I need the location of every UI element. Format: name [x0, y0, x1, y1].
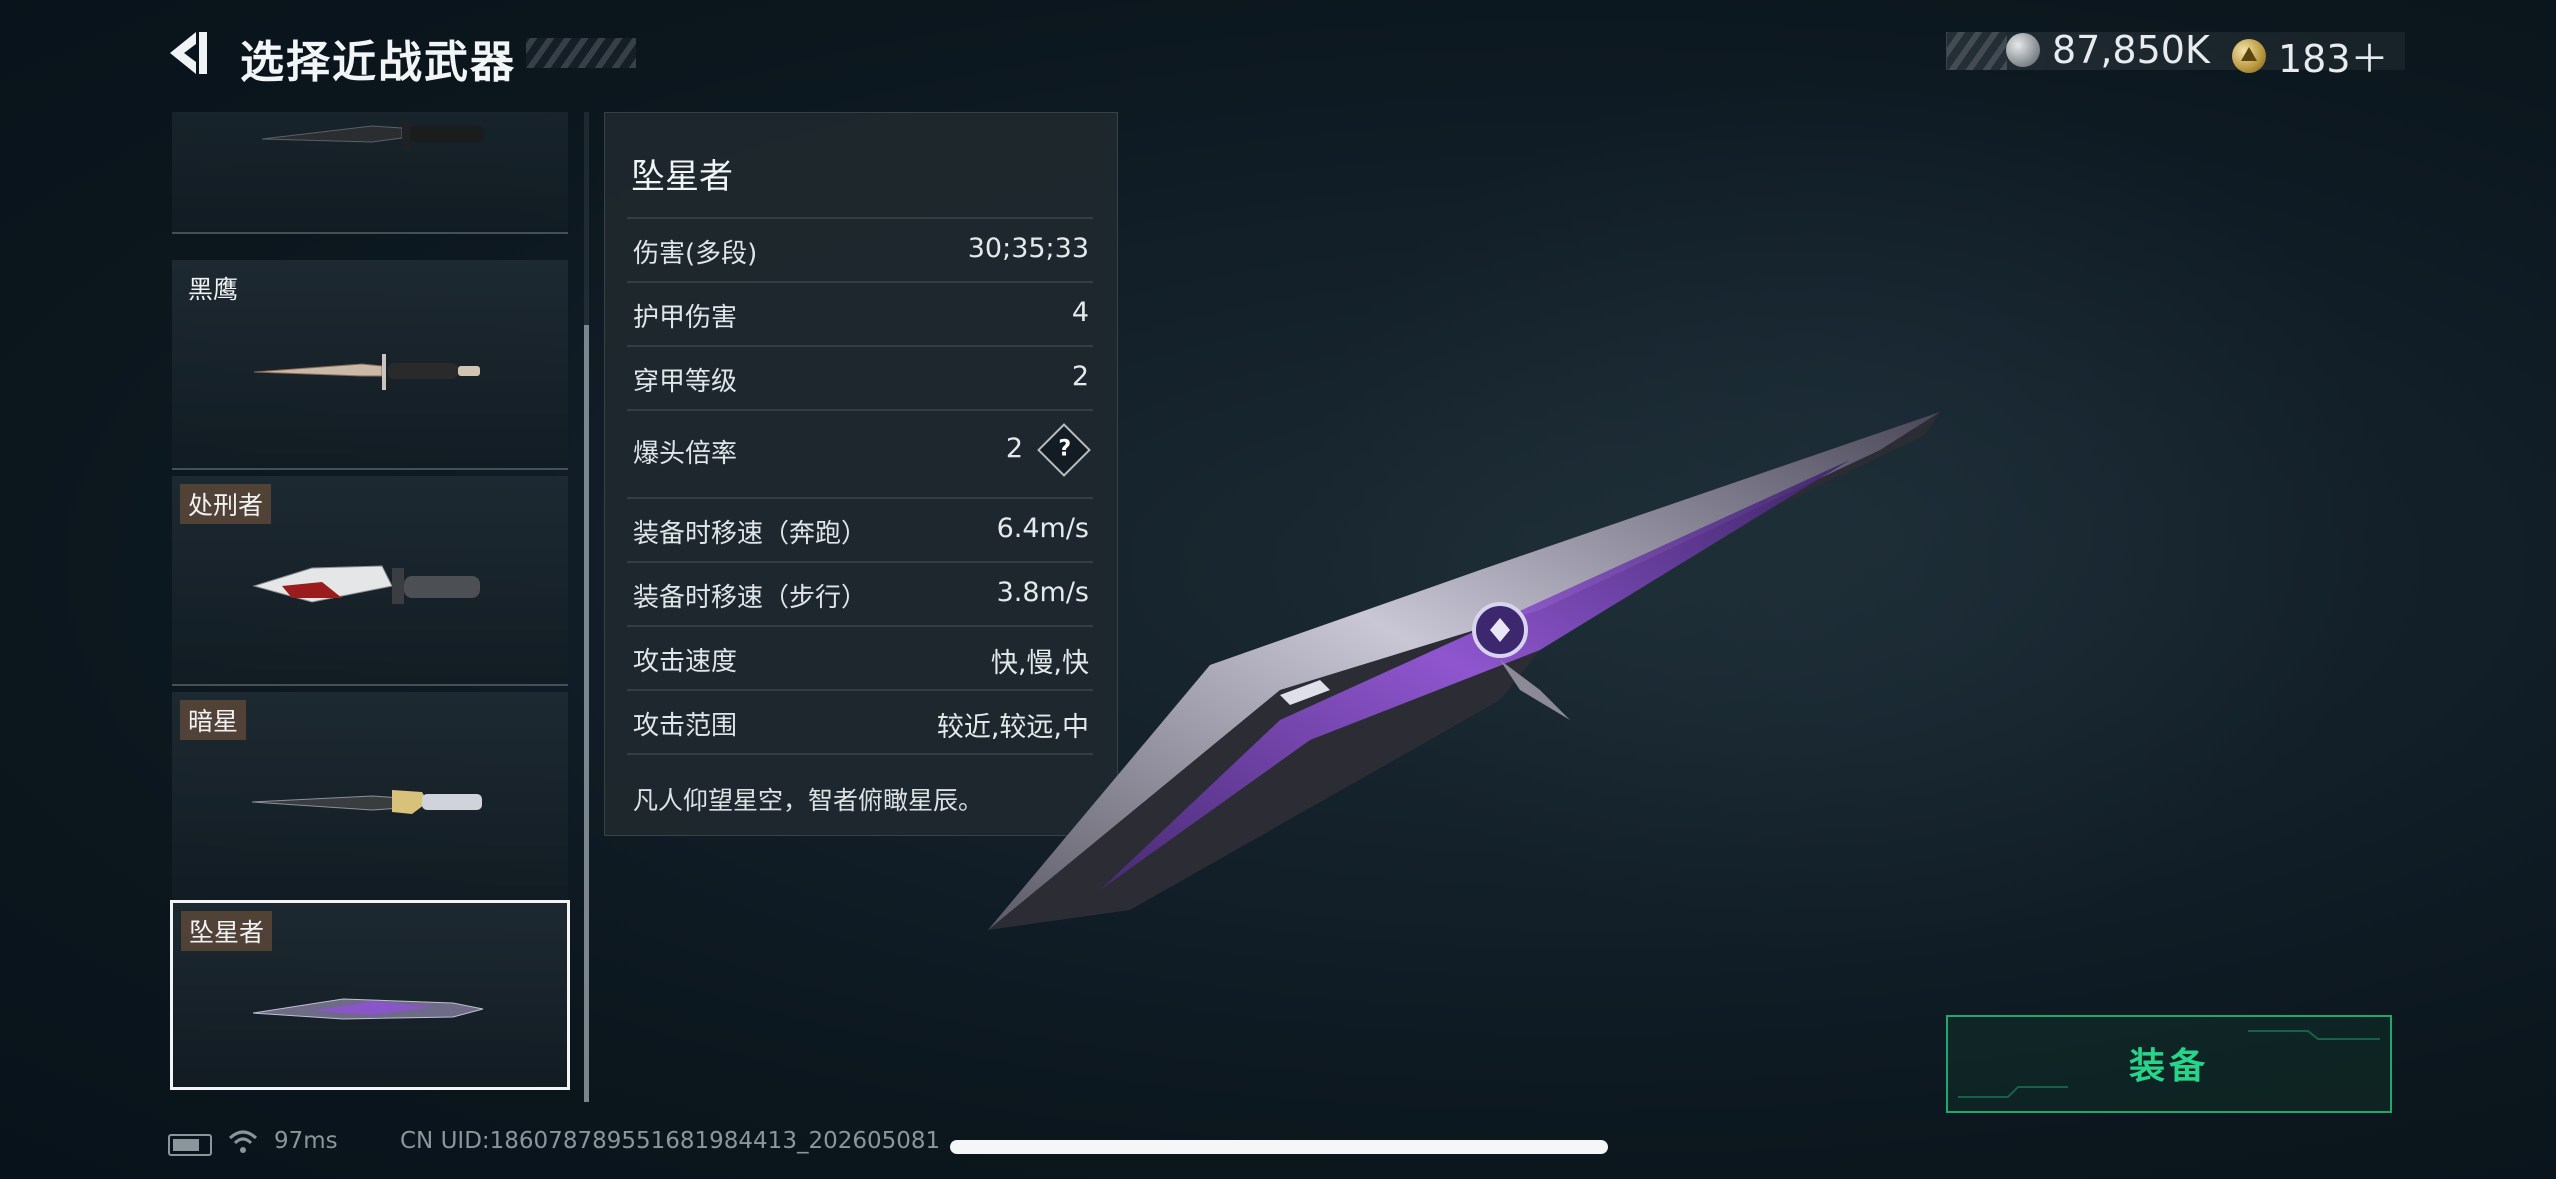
- ping-text: 97ms: [274, 1128, 338, 1154]
- stat-label: 伤害(多段): [633, 239, 758, 269]
- weapon-showcase[interactable]: [980, 390, 1960, 940]
- back-arrow-icon: [170, 32, 207, 74]
- weapon-card-selected[interactable]: 坠星者: [170, 900, 570, 1090]
- weapon-description: 凡人仰望星空，智者俯瞰星辰。: [633, 786, 984, 815]
- weapon-name: 暗星: [180, 700, 247, 740]
- silver-currency: 87,850K: [2006, 28, 2210, 72]
- weapon-card[interactable]: 黑鹰: [172, 260, 568, 470]
- ornate-blade-icon: [252, 790, 482, 814]
- list-scrollbar-thumb[interactable]: [584, 325, 589, 1102]
- weapon-list[interactable]: 黑鹰 处刑者 暗星 坠星者: [170, 112, 570, 1102]
- back-button[interactable]: [166, 28, 214, 78]
- weapon-name: 坠星者: [181, 911, 273, 951]
- stat-label: 爆头倍率: [633, 439, 738, 469]
- stat-row: 护甲伤害 4: [627, 281, 1093, 347]
- silver-currency-value: 87,850K: [2052, 28, 2210, 72]
- page-title: 选择近战武器: [240, 37, 516, 88]
- equip-button[interactable]: 装备: [1946, 1015, 2392, 1113]
- gold-coin-icon: [2232, 38, 2266, 73]
- title-decoration: [526, 38, 636, 68]
- weapon-card[interactable]: [172, 112, 568, 234]
- weapon-title: 坠星者: [631, 157, 733, 197]
- equip-button-label: 装备: [2128, 1046, 2209, 1087]
- uid-text: CN UID:18607878955168198441​3_202605081​: [400, 1128, 941, 1154]
- purple-blade-icon: [253, 998, 484, 1020]
- wifi-icon: [228, 1130, 258, 1153]
- battery-icon: [168, 1134, 212, 1156]
- gold-currency[interactable]: 183＋: [2232, 28, 2389, 83]
- stat-label: 护甲伤害: [633, 303, 738, 333]
- home-indicator[interactable]: [950, 1140, 1608, 1154]
- combat-knife-icon: [261, 120, 484, 150]
- stat-label: 装备时移速（步行）: [633, 583, 868, 613]
- stat-value: 2: [1071, 361, 1089, 392]
- stat-label: 攻击速度: [633, 647, 738, 677]
- stat-value: 30;35;33: [967, 233, 1089, 264]
- stat-label: 穿甲等级: [633, 367, 738, 397]
- silver-coin-icon: [2006, 33, 2040, 67]
- serrated-knife-icon: [252, 565, 480, 604]
- dagger-icon: [253, 354, 480, 390]
- stat-label: 攻击范围: [633, 711, 738, 741]
- stat-label: 装备时移速（奔跑）: [633, 519, 868, 549]
- weapon-card[interactable]: 处刑者: [172, 476, 568, 686]
- weapon-name: 黑鹰: [188, 275, 239, 304]
- stat-value: 4: [1071, 297, 1089, 328]
- stat-row: 伤害(多段) 30;35;33: [627, 217, 1093, 283]
- weapon-card[interactable]: 暗星: [172, 692, 568, 902]
- gold-currency-value: 183＋: [2278, 37, 2389, 81]
- weapon-name: 处刑者: [180, 484, 272, 524]
